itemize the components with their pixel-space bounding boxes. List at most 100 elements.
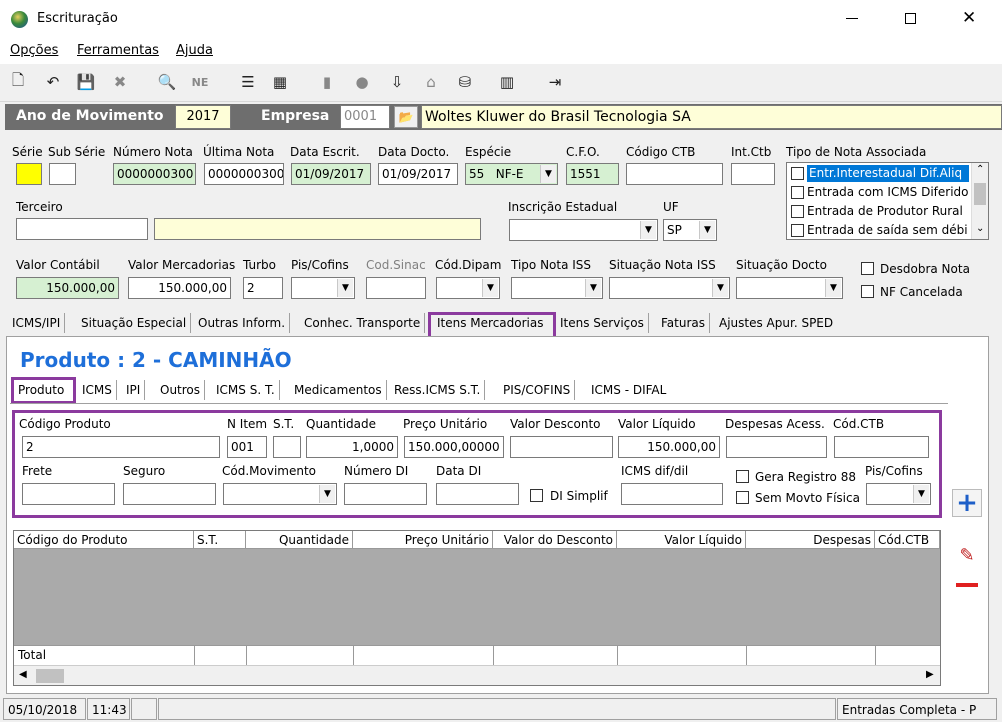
data-docto-input[interactable]: 01/09/2017: [378, 163, 458, 185]
nfe-icon[interactable]: NE: [190, 72, 210, 92]
di-simplif-checkbox[interactable]: [530, 489, 543, 502]
calculator-icon[interactable]: ▦: [270, 72, 290, 92]
save-icon[interactable]: 💾: [76, 72, 96, 92]
subtab-medicamentos[interactable]: Medicamentos: [290, 380, 387, 400]
cod-movimento-select[interactable]: ▼: [223, 483, 337, 505]
cod-ctb-input[interactable]: [834, 436, 929, 458]
empresa-name-input[interactable]: Woltes Kluwer do Brasil Tecnologia SA: [421, 105, 1002, 129]
sub-serie-input[interactable]: [49, 163, 76, 185]
st-input[interactable]: [273, 436, 301, 458]
especie-select[interactable]: 55 NF-E ▼: [465, 163, 558, 185]
preco-input[interactable]: 150.000,00000: [404, 436, 504, 458]
data-escrit-input[interactable]: 01/09/2017: [291, 163, 371, 185]
scroll-right-icon[interactable]: ▶: [926, 669, 934, 680]
n-item-input[interactable]: 001: [227, 436, 267, 458]
cod-dipam-select[interactable]: ▼: [436, 277, 500, 299]
menu-ajuda[interactable]: Ajuda: [176, 43, 213, 58]
frete-input[interactable]: [22, 483, 115, 505]
grid-col-desconto[interactable]: Valor do Desconto: [493, 531, 617, 549]
grid-col-despesas[interactable]: Despesas: [746, 531, 875, 549]
tab-conhec-transporte[interactable]: Conhec. Transporte: [300, 313, 426, 333]
scroll-up-icon[interactable]: ⌃: [976, 164, 984, 175]
subtab-icms-difal[interactable]: ICMS - DIFAL: [587, 380, 670, 400]
situacao-iss-select[interactable]: ▼: [609, 277, 730, 299]
grid-hscrollbar[interactable]: ◀ ▶: [14, 665, 940, 685]
table-icon[interactable]: ▥: [497, 72, 517, 92]
add-item-button[interactable]: +: [952, 489, 982, 517]
new-document-icon[interactable]: 🗋: [8, 71, 28, 92]
undo-icon[interactable]: ↶: [43, 72, 63, 92]
seguro-input[interactable]: [123, 483, 216, 505]
grid-col-preco[interactable]: Preço Unitário: [353, 531, 493, 549]
desdobra-checkbox[interactable]: [861, 262, 874, 275]
grid-col-cod-ctb[interactable]: Cód.CTB: [875, 531, 940, 549]
inscricao-select[interactable]: ▼: [509, 219, 658, 241]
tipo-nota-list[interactable]: Entr.Interestadual Dif.Aliq Entrada com …: [786, 162, 989, 240]
cfo-input[interactable]: 1551: [566, 163, 619, 185]
subtab-ipi[interactable]: IPI: [122, 380, 146, 400]
desconto-input[interactable]: [510, 436, 613, 458]
tab-ajustes-sped[interactable]: Ajustes Apur. SPED: [715, 313, 837, 333]
menu-ferramentas[interactable]: Ferramentas: [77, 43, 159, 58]
subtab-ress-icms-st[interactable]: Ress.ICMS S.T.: [390, 380, 486, 400]
int-ctb-input[interactable]: [731, 163, 775, 185]
uf-select[interactable]: SP ▼: [663, 219, 717, 241]
cib-icon[interactable]: ⛁: [455, 72, 475, 92]
nf-cancelada-checkbox[interactable]: [861, 285, 874, 298]
produto-pis-cofins-select[interactable]: ▼: [866, 483, 931, 505]
pis-cofins-select[interactable]: ▼: [291, 277, 355, 299]
scroll-thumb[interactable]: [974, 183, 986, 205]
tipo-nota-scrollbar[interactable]: ⌃ ⌄: [971, 163, 988, 239]
quantidade-input[interactable]: 1,0000: [306, 436, 398, 458]
terceiro-code-input[interactable]: [16, 218, 148, 240]
valor-contabil-input[interactable]: 150.000,00: [16, 277, 119, 299]
codigo-produto-input[interactable]: 2: [22, 436, 220, 458]
ultima-nota-input[interactable]: 0000000300: [204, 163, 284, 185]
sem-movto-checkbox[interactable]: [736, 491, 749, 504]
tipo-nota-checkbox[interactable]: [791, 205, 804, 218]
house-icon[interactable]: ⌂: [421, 72, 441, 92]
remove-item-button[interactable]: [952, 572, 982, 598]
menu-opcoes[interactable]: Opções: [10, 43, 58, 58]
folder-icon[interactable]: ▮: [317, 72, 337, 92]
open-folder-icon[interactable]: 📂: [394, 106, 418, 128]
tipo-nota-checkbox[interactable]: [791, 224, 804, 237]
tab-itens-servicos[interactable]: Itens Serviços: [556, 313, 649, 333]
subtab-icms[interactable]: ICMS: [78, 380, 117, 400]
tab-icms-ipi[interactable]: ICMS/IPI: [8, 313, 66, 333]
exit-icon[interactable]: ⇥: [545, 72, 565, 92]
liquido-input[interactable]: 150.000,00: [618, 436, 720, 458]
cod-sinac-input[interactable]: [366, 277, 426, 299]
empresa-code-input[interactable]: 0001: [340, 105, 390, 129]
subtab-pis-cofins[interactable]: PIS/COFINS: [499, 380, 576, 400]
download-icon[interactable]: ⇩: [387, 72, 407, 92]
apple-icon[interactable]: ●: [352, 72, 372, 92]
codigo-ctb-input[interactable]: [626, 163, 723, 185]
ano-input[interactable]: 2017: [175, 105, 231, 129]
maximize-icon[interactable]: [905, 13, 916, 24]
numero-nota-input[interactable]: 0000000300: [113, 163, 196, 185]
despesas-input[interactable]: [726, 436, 827, 458]
numero-di-input[interactable]: [344, 483, 427, 505]
grid-col-st[interactable]: S.T.: [194, 531, 246, 549]
scroll-left-icon[interactable]: ◀: [19, 669, 27, 680]
grid-col-liquido[interactable]: Valor Líquido: [617, 531, 746, 549]
tab-situacao-especial[interactable]: Situação Especial: [77, 313, 192, 333]
tipo-iss-select[interactable]: ▼: [511, 277, 603, 299]
tab-faturas[interactable]: Faturas: [657, 313, 711, 333]
turbo-input[interactable]: 2: [243, 277, 283, 299]
valor-mercadorias-input[interactable]: 150.000,00: [128, 277, 231, 299]
grid-col-quantidade[interactable]: Quantidade: [246, 531, 353, 549]
grid-col-codigo[interactable]: Código do Produto: [14, 531, 194, 549]
subtab-outros[interactable]: Outros: [156, 380, 206, 400]
subtab-icms-st[interactable]: ICMS S. T.: [212, 380, 280, 400]
delete-icon[interactable]: ✖: [110, 72, 130, 92]
tipo-nota-checkbox[interactable]: [791, 167, 804, 180]
situacao-docto-select[interactable]: ▼: [736, 277, 843, 299]
close-icon[interactable]: ✕: [962, 8, 976, 28]
scroll-thumb[interactable]: [36, 669, 64, 683]
tab-outras-inform[interactable]: Outras Inform.: [194, 313, 291, 333]
tipo-nota-item[interactable]: Entr.Interestadual Dif.Aliq: [789, 165, 969, 182]
tree-icon[interactable]: ☰: [238, 72, 258, 92]
tipo-nota-checkbox[interactable]: [791, 186, 804, 199]
